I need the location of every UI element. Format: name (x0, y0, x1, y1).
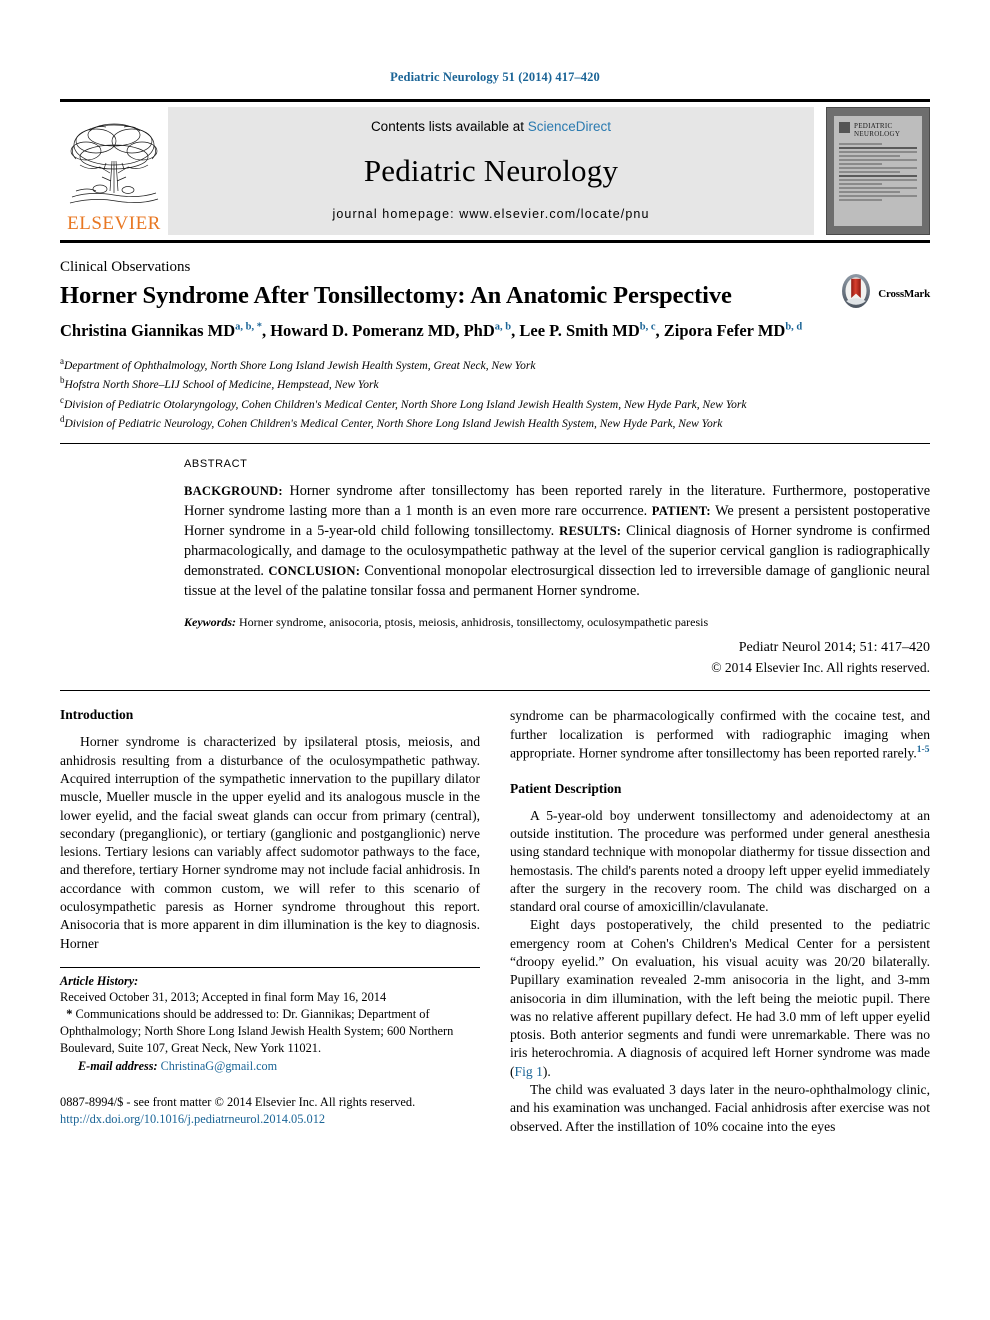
sciencedirect-link[interactable]: ScienceDirect (528, 119, 611, 134)
affiliation-list: aDepartment of Ophthalmology, North Shor… (60, 355, 850, 433)
issn-line: 0887-8994/$ - see front matter © 2014 El… (60, 1095, 416, 1110)
author-entry: Lee P. Smith MDb, c, (519, 321, 663, 340)
abstract-left-gutter (60, 458, 184, 677)
abstract-segment-head: CONCLUSION: (268, 564, 361, 579)
affiliation-text: Hofstra North Shore–LIJ School of Medici… (64, 379, 379, 391)
paper-page: Pediatric Neurology 51 (2014) 417–420 EL… (0, 0, 990, 1320)
page-title: Horner Syndrome After Tonsillectomy: An … (60, 282, 732, 309)
elsevier-tree-icon (66, 117, 162, 213)
reference-marker[interactable]: 1-5 (917, 745, 930, 755)
author-separator: , (655, 321, 664, 341)
affiliation-item: cDivision of Pediatric Otolaryngology, C… (60, 394, 850, 414)
cover-text-placeholder-lines (839, 143, 917, 220)
author-name: Lee P. Smith MD (519, 321, 640, 341)
article-title-block: Clinical Observations Horner Syndrome Af… (60, 259, 930, 343)
contents-available-line: Contents lists available at ScienceDirec… (371, 119, 611, 134)
article-section-kicker: Clinical Observations (60, 259, 191, 275)
cover-emblem-icon (839, 122, 850, 133)
cover-title-line2: NEUROLOGY (854, 130, 901, 138)
journal-cover-thumbnail: PEDIATRIC NEUROLOGY (826, 107, 930, 235)
journal-masthead: ELSEVIER Contents lists available at Sci… (60, 99, 930, 243)
keywords-line: Keywords: Horner syndrome, anisocoria, p… (184, 614, 930, 631)
right-column: syndrome can be pharmacologically confir… (510, 707, 930, 1135)
doi-link[interactable]: http://dx.doi.org/10.1016/j.pediatrneuro… (60, 1112, 325, 1126)
affiliation-item: bHofstra North Shore–LIJ School of Medic… (60, 374, 850, 394)
author-affil-marks: b, c (639, 321, 656, 333)
patient-paragraph-2-tail: ). (542, 1063, 551, 1079)
left-column: Introduction Horner syndrome is characte… (60, 707, 480, 1135)
heading-introduction: Introduction (60, 707, 134, 723)
author-affil-marks: a, b, * (235, 321, 262, 333)
abstract-body: ABSTRACT BACKGROUND: Horner syndrome aft… (184, 458, 930, 677)
affiliation-text: Division of Pediatric Neurology, Cohen C… (64, 418, 723, 430)
author-name: Zipora Fefer MD (663, 321, 786, 341)
corresponding-author-text: Communications should be addressed to: D… (60, 1006, 454, 1055)
patient-paragraph-1: A 5-year-old boy underwent tonsillectomy… (510, 807, 930, 915)
crossmark-icon[interactable] (838, 273, 874, 314)
author-entry: Howard D. Pomeranz MD, PhDa, b, (270, 321, 519, 340)
affiliation-text: Division of Pediatric Otolaryngology, Co… (64, 398, 747, 411)
author-separator: , (261, 321, 271, 341)
elsevier-logo: ELSEVIER (60, 107, 168, 235)
abstract-segment-head: PATIENT: (651, 503, 711, 518)
author-entry: Christina Giannikas MDa, b, *, (60, 321, 270, 340)
contents-prefix: Contents lists available at (370, 119, 528, 134)
article-history-label: Article History: (60, 973, 139, 988)
intro-continued-text: syndrome can be pharmacologically confir… (510, 708, 930, 761)
abstract-segment-head: BACKGROUND: (184, 483, 283, 498)
elsevier-wordmark: ELSEVIER (67, 213, 161, 234)
abstract-citation: Pediatr Neurol 2014; 51: 417–420 (738, 640, 930, 656)
author-affil-marks: a, b (494, 321, 512, 333)
journal-title: Pediatric Neurology (363, 152, 619, 188)
author-name: Howard D. Pomeranz MD, PhD (270, 321, 495, 341)
footnote-divider (60, 966, 480, 968)
article-history-dates: Received October 31, 2013; Accepted in f… (60, 989, 387, 1004)
divider-after-affiliations (60, 442, 930, 444)
cover-title-line1: PEDIATRIC (854, 122, 893, 130)
intro-paragraph: Horner syndrome is characterized by ipsi… (60, 734, 480, 951)
author-list: Christina Giannikas MDa, b, *, Howard D.… (60, 320, 820, 342)
body-columns: Introduction Horner syndrome is characte… (60, 707, 930, 1135)
affiliation-item: aDepartment of Ophthalmology, North Shor… (60, 355, 850, 375)
intro-paragraph-continued: syndrome can be pharmacologically confir… (510, 707, 930, 762)
email-link[interactable]: ChristinaG@gmail.com (161, 1059, 278, 1073)
author-entry: Zipora Fefer MDb, d (664, 321, 803, 340)
email-line: E-mail address: ChristinaG@gmail.com (60, 1059, 480, 1074)
abstract-copyright: © 2014 Elsevier Inc. All rights reserved… (711, 660, 930, 676)
affiliation-item: dDivision of Pediatric Neurology, Cohen … (60, 413, 850, 433)
cover-inner: PEDIATRIC NEUROLOGY (834, 116, 922, 226)
journal-homepage-line[interactable]: journal homepage: www.elsevier.com/locat… (332, 207, 649, 221)
crossmark-badge[interactable]: CrossMark (838, 273, 930, 314)
divider-after-abstract (60, 690, 930, 692)
author-name: Christina Giannikas MD (60, 321, 236, 341)
masthead-center-panel: Contents lists available at ScienceDirec… (168, 107, 814, 235)
issn-footer: 0887-8994/$ - see front matter © 2014 El… (60, 1094, 480, 1128)
crossmark-label: CrossMark (878, 287, 930, 300)
keywords-label: Keywords: (184, 614, 236, 629)
heading-patient-description: Patient Description (510, 780, 622, 796)
patient-paragraph-2: Eight days postoperatively, the child pr… (510, 916, 930, 1081)
email-label: E-mail address: (78, 1059, 158, 1074)
abstract-text: BACKGROUND: Horner syndrome after tonsil… (184, 481, 930, 602)
running-head: Pediatric Neurology 51 (2014) 417–420 (390, 70, 600, 84)
author-affil-marks: b, d (785, 321, 803, 333)
corresponding-star-marker: * (60, 1006, 76, 1021)
figure-1-link[interactable]: Fig 1 (515, 1064, 543, 1079)
patient-paragraph-3: The child was evaluated 3 days later in … (510, 1082, 930, 1134)
affiliation-text: Department of Ophthalmology, North Shore… (64, 359, 536, 372)
cover-header: PEDIATRIC NEUROLOGY (839, 122, 917, 138)
corresponding-author-note: * Communications should be addressed to:… (60, 1006, 480, 1057)
keywords-values: Horner syndrome, anisocoria, ptosis, mei… (236, 614, 709, 629)
abstract-label: ABSTRACT (184, 457, 248, 470)
abstract-segment-head: RESULTS: (559, 523, 622, 538)
patient-paragraph-2-text: Eight days postoperatively, the child pr… (510, 917, 930, 1079)
abstract-section: ABSTRACT BACKGROUND: Horner syndrome aft… (60, 458, 930, 677)
cover-title: PEDIATRIC NEUROLOGY (854, 122, 900, 138)
